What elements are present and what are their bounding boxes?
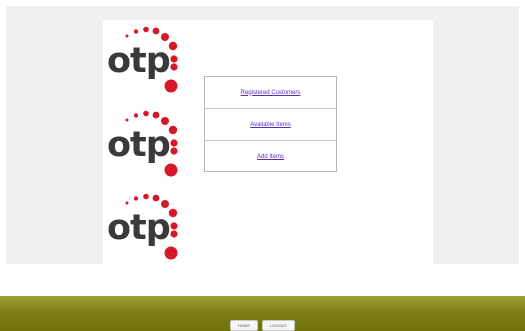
menu-item-add-items[interactable]: Add Items (205, 141, 336, 172)
main-menu: Registered Customers Available Items Add… (204, 76, 337, 172)
logo-text: otp (107, 208, 171, 248)
menu-item-available-items[interactable]: Available Items (205, 109, 336, 141)
otp-logo: otp (105, 193, 195, 263)
home-button[interactable]: HOME (230, 320, 258, 331)
menu-item-registered-customers[interactable]: Registered Customers (205, 77, 336, 109)
otp-logo: otp (105, 26, 195, 96)
main-panel: otp otp otp Registered Customers Availab… (103, 20, 433, 266)
logout-button[interactable]: LOGOUT (262, 320, 295, 331)
logo-text: otp (107, 41, 171, 81)
logo-text: otp (107, 125, 171, 165)
footer-nav: HOME LOGOUT (230, 320, 295, 331)
footer-bar: HOME LOGOUT (0, 296, 525, 331)
otp-logo: otp (105, 110, 195, 180)
